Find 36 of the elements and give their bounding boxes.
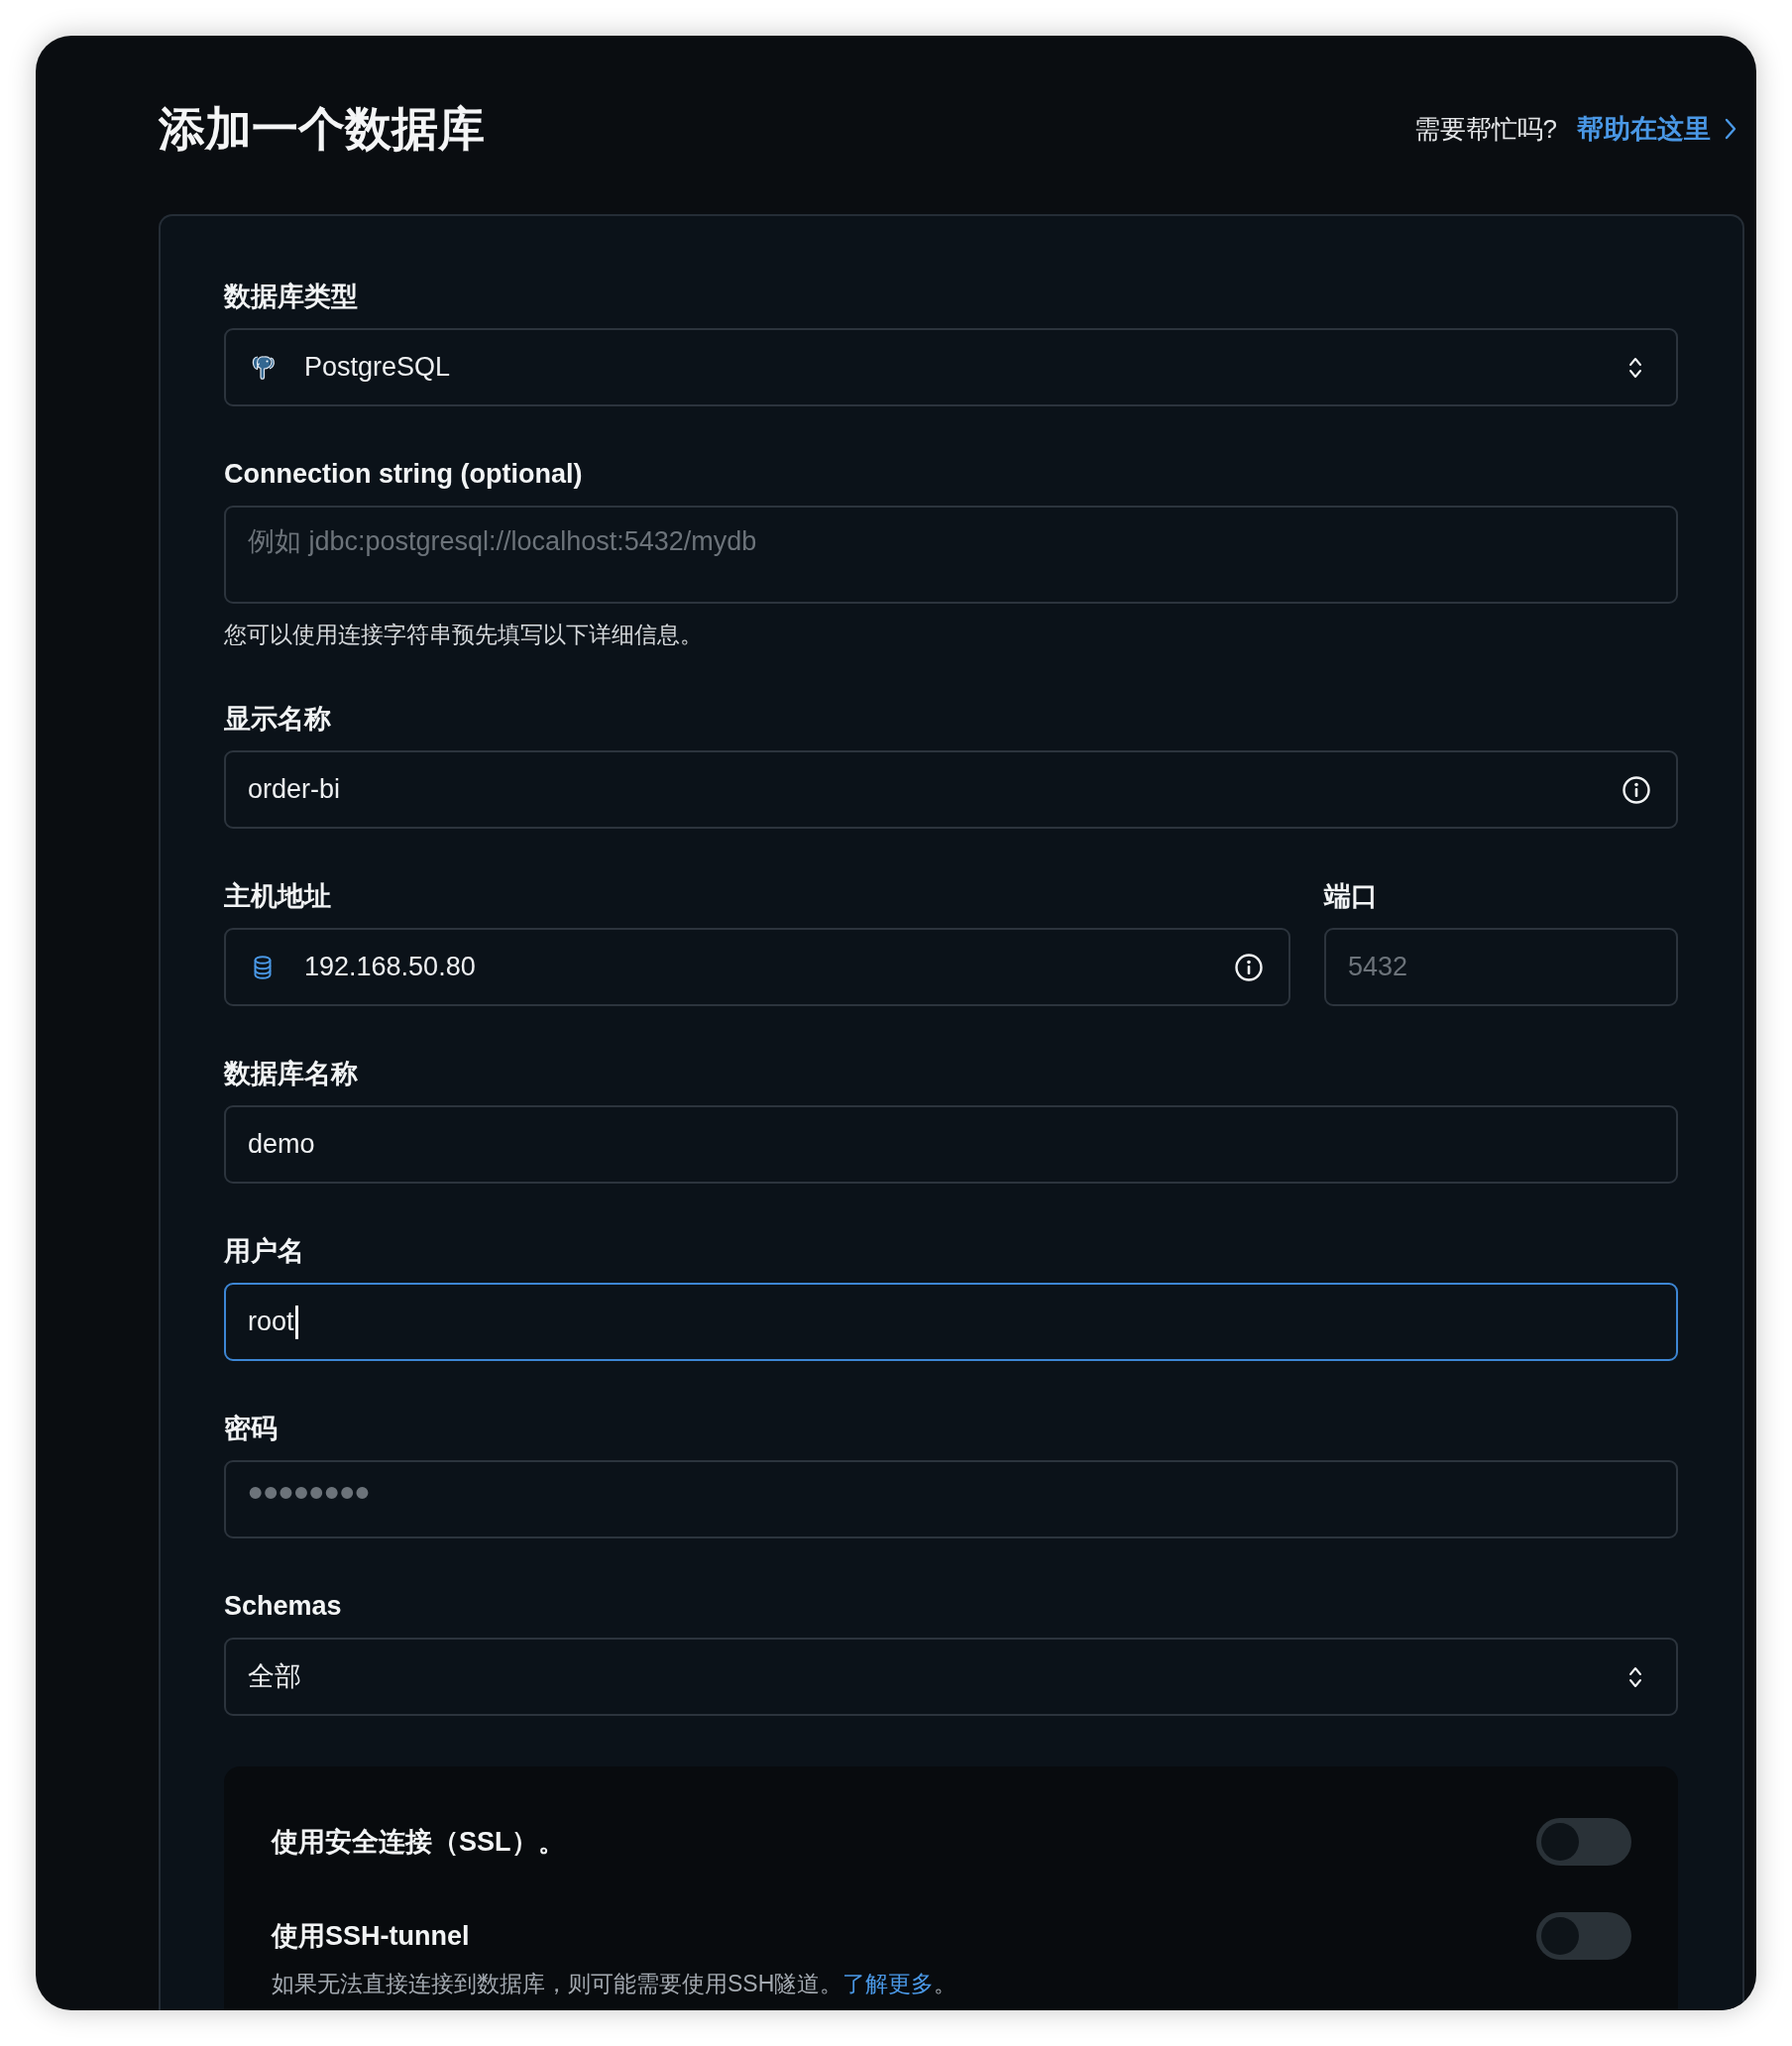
database-icon (254, 955, 272, 979)
chevron-up-down-icon (1628, 356, 1642, 379)
help-link[interactable]: 帮助在这里 (1577, 108, 1736, 150)
dropdown-select[interactable]: 全部 (224, 1638, 1678, 1716)
toggle-description: 如果无法直接连接到数据库，则可能需要使用SSH隧道。了解更多。 (272, 1970, 957, 1998)
field-label: 数据库名称 (224, 1058, 359, 1090)
elephant-icon (252, 354, 276, 381)
learn-more-link[interactable]: 了解更多 (842, 1971, 935, 1996)
connection-string-field[interactable]: 例如 jdbc:postgresql://localhost:5432/mydb (224, 506, 1678, 604)
field-label: 显示名称 (224, 703, 332, 736)
password-field[interactable]: •••••••• (224, 1460, 1678, 1538)
toggle-switch[interactable] (1536, 1818, 1631, 1866)
field-label: Schemas (224, 1590, 343, 1623)
chevron-up-down-icon (1628, 1665, 1642, 1688)
field-label: 用户名 (224, 1235, 305, 1268)
help-text: 您可以使用连接字符串预先填写以下详细信息。 (224, 621, 704, 649)
field-label: 端口 (1324, 880, 1379, 913)
info-icon[interactable] (1623, 775, 1650, 804)
text-field[interactable]: 5432 (1324, 928, 1678, 1006)
info-icon[interactable] (1235, 953, 1263, 981)
toggle-label: 使用安全连接（SSL）。 (272, 1826, 565, 1859)
host-field[interactable]: 192.168.50.80 (224, 928, 1290, 1006)
page-title: 添加一个数据库 (159, 101, 485, 157)
field-label: Connection string (optional) (224, 458, 584, 491)
toggle-label: 使用SSH-tunnel (272, 1920, 471, 1953)
text-field[interactable]: order-bi (224, 750, 1678, 829)
field-label: 主机地址 (224, 880, 332, 913)
help-prompt: 需要帮忙吗? (1413, 112, 1557, 146)
database-type-select[interactable]: PostgreSQL (224, 328, 1678, 406)
field-label: 数据库类型 (224, 281, 359, 313)
text-field[interactable]: root (224, 1283, 1678, 1361)
field-label: 密码 (224, 1413, 279, 1445)
text-cursor-icon (294, 1305, 298, 1339)
chevron-right-icon (1725, 118, 1736, 140)
text-field[interactable]: demo (224, 1105, 1678, 1184)
toggle-switch[interactable] (1536, 1912, 1631, 1960)
